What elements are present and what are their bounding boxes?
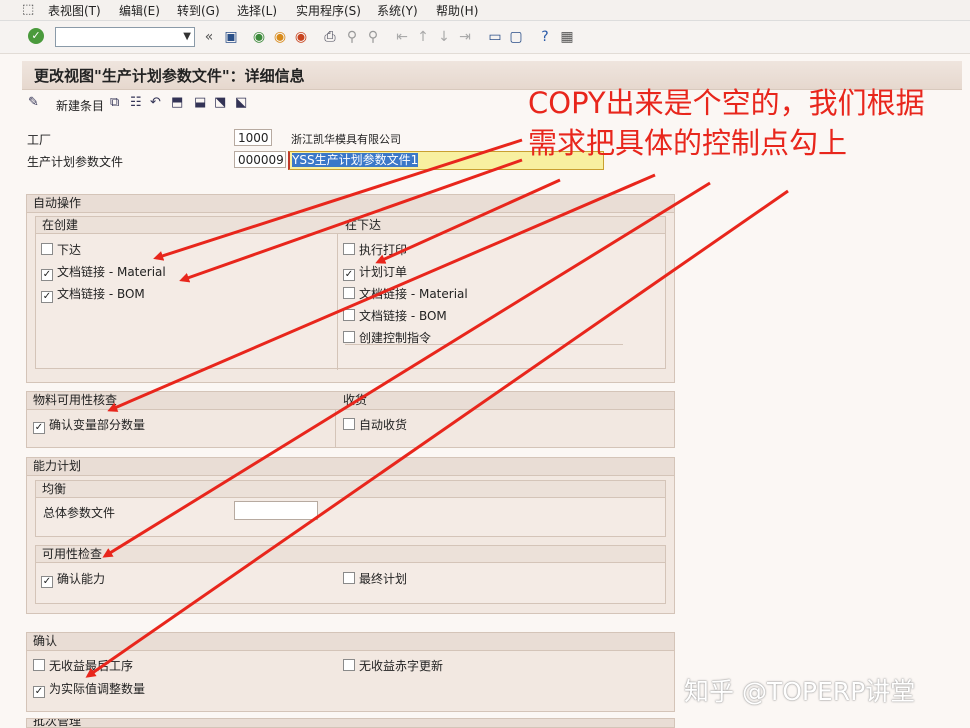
annotation-arrow <box>375 178 561 264</box>
watermark: 知乎 @TOPERP讲堂 <box>684 677 916 706</box>
annotation-arrow <box>85 189 789 678</box>
annotation-text-line2: 需求把具体的控制点勾上 <box>528 126 848 160</box>
annotation-arrow <box>153 138 523 261</box>
annotation-text-line1: COPY出来是个空的，我们根据 <box>528 86 925 120</box>
annotation-arrow <box>102 181 711 558</box>
